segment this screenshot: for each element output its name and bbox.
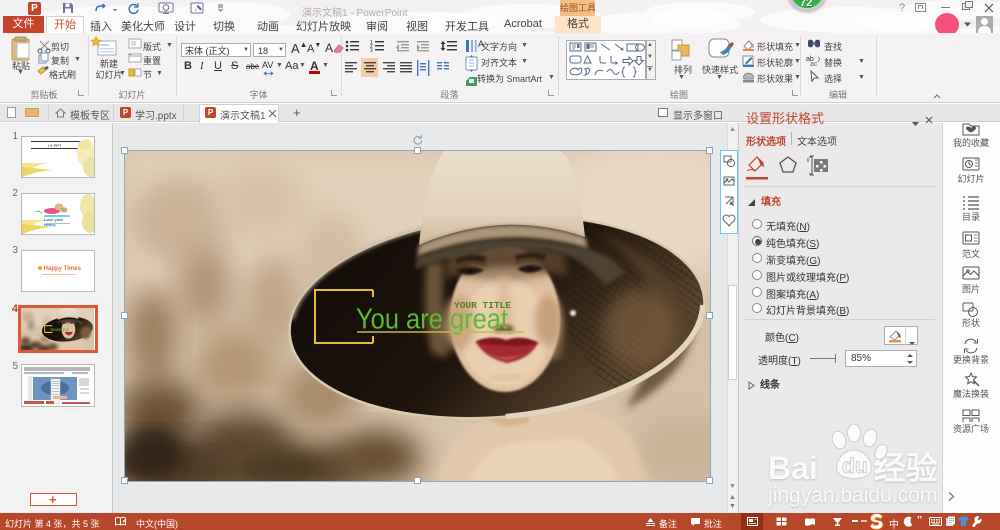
svg-text:You are great: You are great bbox=[356, 304, 508, 336]
svg-text:ac: ac bbox=[810, 61, 818, 66]
svg-text:3: 3 bbox=[370, 48, 373, 54]
svg-text:You are great: You are great bbox=[50, 327, 70, 332]
svg-text:du: du bbox=[842, 455, 868, 478]
